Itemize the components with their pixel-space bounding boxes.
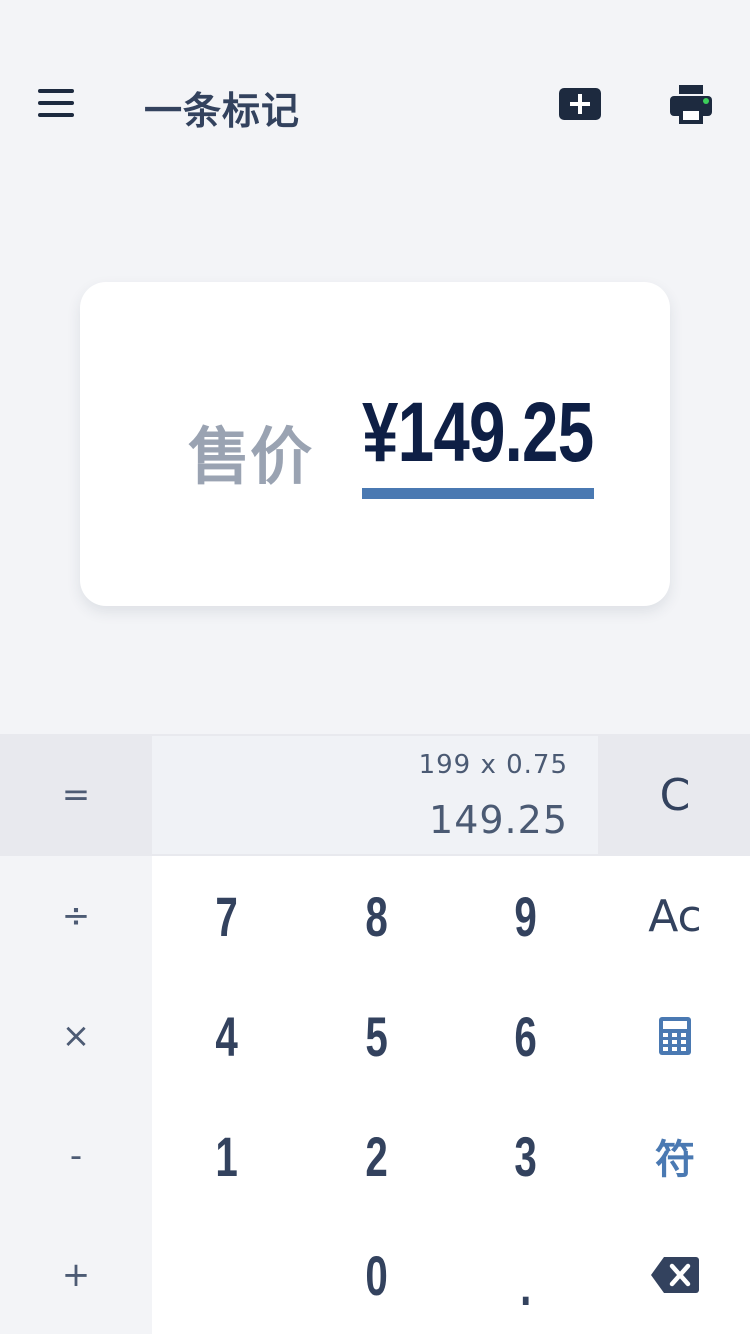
add-icon[interactable] bbox=[558, 87, 602, 121]
price-card: 售价 ¥149.25 bbox=[80, 282, 670, 606]
page-title: 一条标记 bbox=[144, 89, 301, 133]
printer-icon[interactable] bbox=[668, 84, 714, 126]
key-7-label: 7 bbox=[215, 884, 239, 948]
key-9-label: 9 bbox=[514, 884, 538, 948]
key-3-label: 3 bbox=[514, 1124, 538, 1188]
app-header: 一条标记 bbox=[0, 0, 750, 210]
key-2[interactable]: 2 bbox=[302, 1096, 452, 1216]
key-1[interactable]: 1 bbox=[152, 1096, 302, 1216]
key-8-label: 8 bbox=[365, 884, 389, 948]
symbol-key[interactable]: 符 bbox=[600, 1096, 750, 1216]
key-4-label: 4 bbox=[215, 1004, 239, 1068]
key-2-label: 2 bbox=[365, 1124, 389, 1188]
price-underline bbox=[362, 488, 594, 499]
key-dot-label: . bbox=[520, 1253, 532, 1317]
price-value[interactable]: ¥149.25 bbox=[362, 390, 594, 474]
calculator-key[interactable] bbox=[600, 976, 750, 1096]
calculator-icon bbox=[659, 1017, 691, 1055]
plus-key[interactable]: + bbox=[0, 1216, 152, 1334]
calculator-display: 199 x 0.75 149.25 bbox=[152, 736, 598, 854]
all-clear-key[interactable]: Ac bbox=[600, 856, 750, 976]
status-dot bbox=[703, 98, 709, 104]
key-0-label: 0 bbox=[365, 1243, 389, 1307]
calculator-keypad: = 199 x 0.75 149.25 C ÷ × - + 7 8 9 Ac 4… bbox=[0, 734, 750, 1334]
key-4[interactable]: 4 bbox=[152, 976, 302, 1096]
key-1-label: 1 bbox=[215, 1124, 239, 1188]
key-5[interactable]: 5 bbox=[302, 976, 452, 1096]
key-6[interactable]: 6 bbox=[452, 976, 600, 1096]
key-3[interactable]: 3 bbox=[452, 1096, 600, 1216]
key-0[interactable]: 0 bbox=[302, 1216, 452, 1334]
equals-key[interactable]: = bbox=[0, 734, 152, 856]
key-5-label: 5 bbox=[365, 1004, 389, 1068]
result-text: 149.25 bbox=[429, 798, 568, 842]
key-8[interactable]: 8 bbox=[302, 856, 452, 976]
key-6-label: 6 bbox=[514, 1004, 538, 1068]
backspace-key[interactable] bbox=[600, 1216, 750, 1334]
divide-key[interactable]: ÷ bbox=[0, 856, 152, 976]
key-dot[interactable]: . bbox=[452, 1216, 600, 1334]
multiply-key[interactable]: × bbox=[0, 976, 152, 1096]
clear-key[interactable]: C bbox=[600, 734, 750, 856]
minus-key[interactable]: - bbox=[0, 1096, 152, 1216]
backspace-icon bbox=[651, 1257, 699, 1293]
menu-icon[interactable] bbox=[38, 89, 76, 117]
expression-text: 199 x 0.75 bbox=[418, 750, 568, 780]
price-label: 售价 bbox=[188, 420, 313, 493]
key-9[interactable]: 9 bbox=[452, 856, 600, 976]
key-7[interactable]: 7 bbox=[152, 856, 302, 976]
